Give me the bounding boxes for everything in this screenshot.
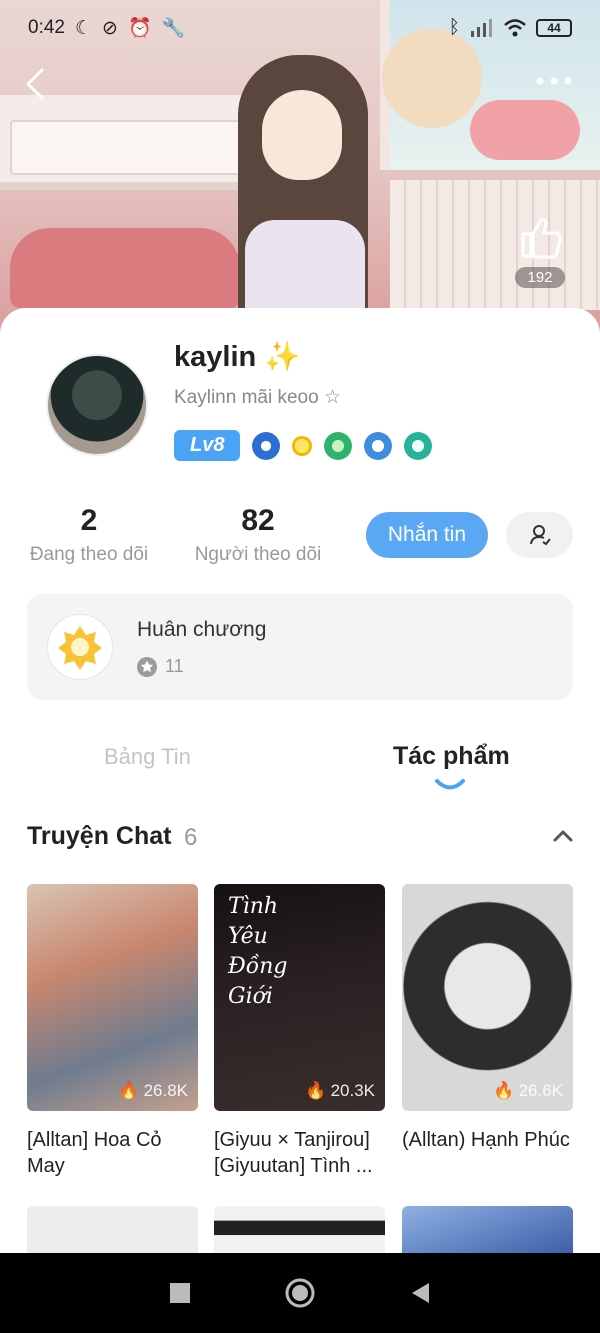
- story-card-partial[interactable]: [27, 1206, 198, 1254]
- chevron-up-icon[interactable]: [552, 828, 574, 844]
- level-badge[interactable]: Lv8: [174, 430, 241, 461]
- thumbs-up-icon: [521, 217, 562, 259]
- medal-icon: [47, 614, 113, 680]
- story-card[interactable]: Tình Yêu Đồng Giới 🔥 20.3K [Giyuu × Tanj…: [214, 884, 385, 1179]
- tab-active-indicator: [435, 779, 465, 790]
- bio: Kaylinn mãi keoo ☆: [174, 387, 342, 408]
- story-title: [Giyuu × Tanjirou] [Giyuutan] Tình ...: [214, 1129, 373, 1177]
- status-bar: 0:42 ☾ ⊘ ⏰ 🔧 ᛒ 44: [0, 10, 600, 46]
- recents-button[interactable]: [160, 1273, 200, 1313]
- bluetooth-icon: ᛒ: [448, 17, 460, 38]
- circle-icon: [285, 1278, 315, 1308]
- signal-icon: [471, 19, 492, 37]
- section-title: Truyện Chat: [27, 822, 172, 850]
- medal-count-row: 11: [137, 656, 184, 677]
- star-badge-icon: [137, 656, 157, 677]
- follow-button[interactable]: [506, 512, 573, 558]
- followers-stat[interactable]: 82 Người theo dõi: [190, 504, 326, 566]
- moon-icon: ☾: [74, 17, 93, 39]
- username: kaylin ✨: [174, 341, 301, 373]
- medal-title: Huân chương: [137, 618, 267, 641]
- tab-feed[interactable]: Bảng Tin: [104, 744, 191, 770]
- following-label: Đang theo dõi: [29, 544, 149, 565]
- home-button[interactable]: [280, 1273, 320, 1313]
- system-navigation-bar: [0, 1253, 600, 1333]
- badge-row: Lv8: [174, 430, 433, 461]
- story-title: (Alltan) Hạnh Phúc: [402, 1129, 570, 1151]
- flame-icon: 🔥: [118, 1081, 140, 1100]
- message-button[interactable]: Nhắn tin: [366, 512, 488, 558]
- profile-card: kaylin ✨ Kaylinn mãi keoo ☆ Lv8 2 Đang t…: [0, 308, 600, 1254]
- wifi-icon: [504, 19, 526, 37]
- avatar[interactable]: [46, 354, 148, 456]
- story-card-partial[interactable]: [214, 1206, 385, 1254]
- badge-blue-crown-icon[interactable]: [364, 431, 393, 460]
- story-card[interactable]: 🔥 26.8K [Alltan] Hoa Cỏ May: [27, 884, 198, 1179]
- like-button[interactable]: 192: [512, 214, 568, 288]
- back-button[interactable]: [20, 64, 54, 104]
- story-card[interactable]: 🔥 26.6K (Alltan) Hạnh Phúc: [402, 884, 573, 1179]
- story-views: 🔥 26.8K: [118, 1081, 188, 1101]
- wrench-icon: 🔧: [161, 18, 186, 39]
- badge-green-shield-icon[interactable]: [324, 431, 353, 460]
- story-title: [Alltan] Hoa Cỏ May: [27, 1129, 162, 1177]
- badge-gold-coin-icon[interactable]: [292, 435, 313, 456]
- profile-background-image: [0, 0, 600, 340]
- medal-card[interactable]: Huân chương 11: [27, 594, 573, 700]
- story-cover: Tình Yêu Đồng Giới 🔥 20.3K: [214, 884, 385, 1111]
- badge-teal-gem-icon[interactable]: [404, 431, 433, 460]
- background-radiator: [390, 180, 600, 310]
- followers-label: Người theo dõi: [194, 544, 322, 565]
- badge-blue-drop-icon[interactable]: [252, 431, 281, 460]
- following-stat[interactable]: 2 Đang theo dõi: [26, 504, 152, 566]
- add-friend-icon: [529, 525, 551, 546]
- tab-works[interactable]: Tác phẩm: [393, 742, 510, 771]
- mute-icon: ⊘: [102, 17, 118, 39]
- medal-count: 11: [165, 656, 184, 676]
- square-icon: [170, 1283, 190, 1303]
- more-options-button[interactable]: [534, 66, 574, 96]
- story-view-count: 26.6K: [518, 1081, 563, 1100]
- story-cover: 🔥 26.6K: [402, 884, 573, 1111]
- background-character-face: [262, 90, 342, 180]
- background-drawer: [10, 120, 250, 175]
- more-dots-icon: [536, 77, 572, 85]
- background-stool: [10, 228, 240, 308]
- back-arrow-icon: [26, 68, 44, 100]
- following-count: 2: [80, 504, 98, 537]
- triangle-back-icon: [412, 1283, 429, 1303]
- back-nav-button[interactable]: [400, 1273, 440, 1313]
- story-card-partial[interactable]: [402, 1206, 573, 1254]
- story-view-count: 26.8K: [143, 1081, 188, 1100]
- story-cover: 🔥 26.8K: [27, 884, 198, 1111]
- section-count: 6: [184, 824, 198, 851]
- story-views: 🔥 20.3K: [305, 1081, 375, 1101]
- battery-level: 44: [547, 21, 561, 35]
- story-cover-text: Tình Yêu Đồng Giới: [228, 894, 288, 1009]
- background-heart-pillow: [470, 100, 580, 160]
- like-count: 192: [515, 267, 565, 288]
- flame-icon: 🔥: [305, 1081, 327, 1100]
- alarm-icon: ⏰: [127, 18, 152, 39]
- battery-icon: 44: [536, 19, 572, 37]
- status-time: 0:42: [28, 17, 65, 38]
- followers-count: 82: [241, 504, 275, 537]
- flame-icon: 🔥: [493, 1081, 515, 1100]
- story-views: 🔥 26.6K: [493, 1081, 563, 1101]
- story-view-count: 20.3K: [330, 1081, 375, 1100]
